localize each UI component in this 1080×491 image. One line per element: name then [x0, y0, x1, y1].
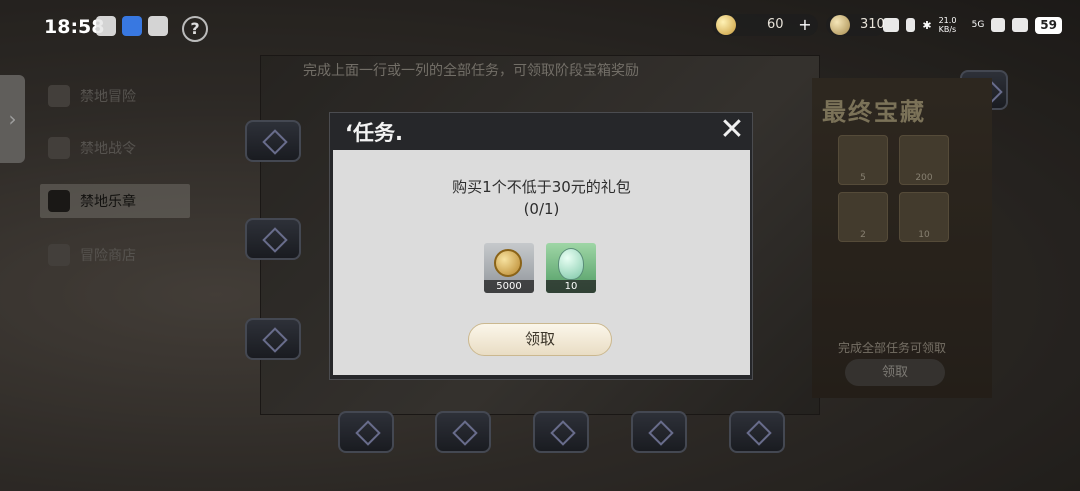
- system-tray: ✱ 21.0 KB/s 5G 59: [883, 16, 1062, 34]
- signal-icon: [991, 18, 1006, 32]
- alarm-icon: [883, 18, 900, 32]
- network-speed: 21.0 KB/s: [938, 16, 957, 34]
- energy-counter: 310: [826, 14, 886, 36]
- reward-gold-coin[interactable]: 5000: [484, 243, 534, 293]
- energy-icon: [830, 15, 850, 35]
- reward-qty: 5000: [484, 280, 534, 293]
- reward-qty: 10: [546, 280, 596, 293]
- coin-icon: [716, 15, 736, 35]
- battery-indicator: 59: [1035, 16, 1062, 34]
- mic-icon: [906, 18, 916, 32]
- close-icon[interactable]: ✕: [714, 112, 750, 148]
- coin-value: 60: [767, 17, 784, 32]
- energy-value: 310: [860, 17, 885, 32]
- help-button[interactable]: ?: [182, 16, 208, 42]
- notification-icons: [96, 16, 168, 36]
- task-description: 购买1个不低于30元的礼包: [452, 178, 631, 196]
- add-coin-button[interactable]: +: [796, 16, 814, 34]
- claim-button[interactable]: 领取: [468, 323, 612, 356]
- broadcast-icon: [122, 16, 142, 36]
- coin-counter: 60 +: [712, 14, 818, 36]
- dialog-title: ‘任务.: [345, 121, 403, 145]
- mail-icon: [148, 16, 168, 36]
- wifi-icon: [1012, 18, 1029, 32]
- status-bar: 18:58 ? 60 + 310 ✱ 21.0 KB/s 5G 59: [0, 0, 1080, 56]
- reward-green-egg[interactable]: 10: [546, 243, 596, 293]
- network-type: 5G: [971, 20, 985, 30]
- wechat-icon: [96, 16, 116, 36]
- bluetooth-icon: ✱: [922, 18, 932, 32]
- task-progress: (0/1): [523, 200, 560, 218]
